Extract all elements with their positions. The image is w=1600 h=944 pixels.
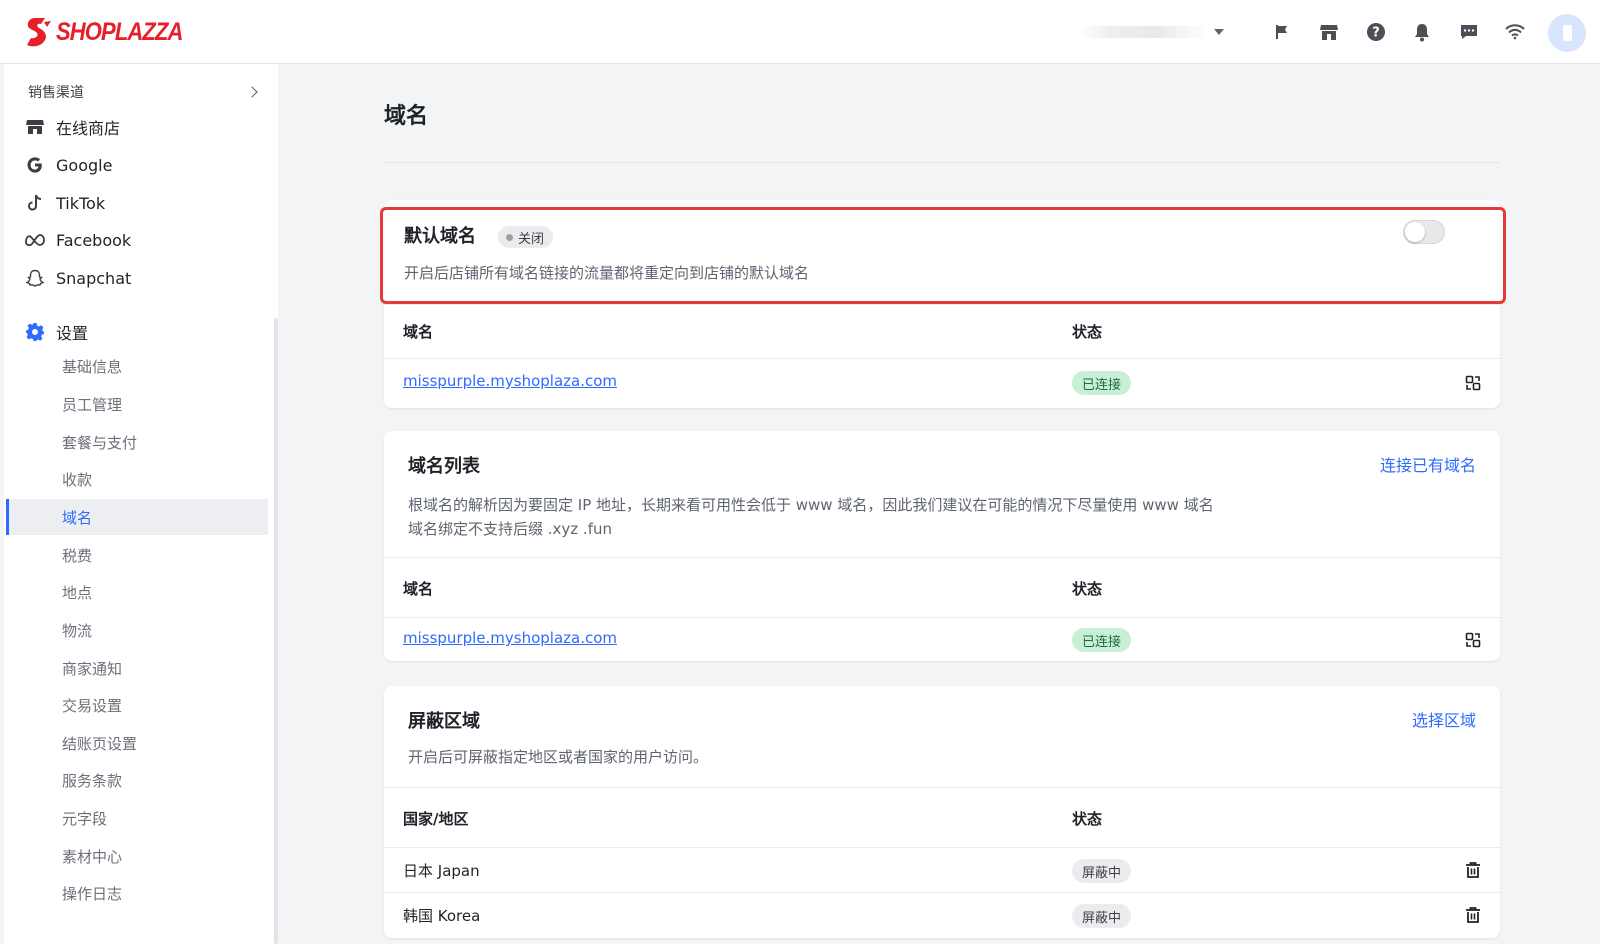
help-icon[interactable]: ? [1364,20,1388,44]
flag-icon[interactable] [1270,20,1294,44]
column-header-status: 状态 [1072,580,1103,598]
sidebar-item-metafields[interactable]: 元字段 [6,800,268,836]
sidebar-item-label: Facebook [56,230,132,250]
column-header-status: 状态 [1072,810,1103,828]
table-header-row: 域名 状态 [384,557,1500,617]
google-icon [24,154,46,176]
svg-text:?: ? [1372,26,1380,41]
table-row: 韩国 Korea 屏蔽中 [384,892,1500,937]
sidebar-item-label: 设置 [56,324,89,343]
table-header-row: 国家/地区 状态 [384,787,1500,847]
sidebar-item-facebook[interactable]: Facebook [24,225,131,255]
connect-domain-link[interactable]: 连接已有域名 [1380,452,1476,476]
sidebar-item-locations[interactable]: 地点 [6,574,268,610]
caret-down-icon [1214,29,1224,35]
column-header-domain: 域名 [403,323,434,341]
domain-link[interactable]: misspurple.myshoplaza.com [403,629,617,647]
sidebar-item-taxes[interactable]: 税费 [6,537,268,573]
tiktok-icon [24,192,46,214]
country-name: 日本 Japan [403,862,480,880]
table-row: misspurple.myshoplaza.com 已连接 [384,617,1500,661]
sidebar-item-payments[interactable]: 收款 [6,461,268,497]
sidebar-item-online-store[interactable]: 在线商店 [24,112,120,142]
domain-list-description-line1: 根域名的解析因为要固定 IP 地址，长期来看可用性会低于 www 域名，因此我们… [408,496,1214,514]
sidebar-item-settings[interactable]: 设置 [24,317,88,347]
message-icon[interactable] [1457,20,1481,44]
sidebar-item-basic-info[interactable]: 基础信息 [6,348,268,384]
chevron-right-icon [246,86,258,98]
status-badge: 关闭 [498,226,554,248]
shoplazza-logo-icon [27,18,51,47]
sidebar-item-plans-billing[interactable]: 套餐与支付 [6,424,268,460]
divider [384,162,1500,163]
sidebar-item-tiktok[interactable]: TikTok [24,188,105,218]
status-badge: 已连接 [1072,371,1132,395]
trash-icon[interactable] [1464,906,1482,924]
domain-list-description-line2: 域名绑定不支持后缀 .xyz .fun [408,520,612,538]
status-badge: 屏蔽中 [1072,859,1132,883]
sidebar-item-checkout-page[interactable]: 结账页设置 [6,725,268,761]
status-label: 关闭 [518,231,545,247]
domain-link[interactable]: misspurple.myshoplaza.com [403,372,617,390]
default-domain-highlight: 默认域名 关闭 开启后店铺所有域名链接的流量都将重定向到店铺的默认域名 [380,207,1506,304]
country-name: 韩国 Korea [403,907,481,925]
store-icon[interactable] [1317,20,1341,44]
snapchat-icon [24,267,46,289]
sidebar-item-label: Google [56,155,113,175]
sidebar-item-policies[interactable]: 服务条款 [6,762,268,798]
sidebar-item-checkout-settings[interactable]: 交易设置 [6,687,268,723]
top-bar: SHOPLAZZA ? [0,0,1600,64]
sidebar-item-label: Snapchat [56,268,132,288]
status-badge: 屏蔽中 [1072,904,1132,928]
column-header-country: 国家/地区 [403,810,469,828]
select-region-link[interactable]: 选择区域 [1412,707,1476,731]
block-region-card: 屏蔽区域 选择区域 开启后可屏蔽指定地区或者国家的用户访问。 国家/地区 状态 … [384,686,1500,938]
status-dot-icon [506,233,513,241]
copy-settings-icon[interactable] [1464,631,1482,649]
sidebar-item-domains[interactable]: 域名 [6,499,268,535]
domain-list-card: 域名列表 连接已有域名 根域名的解析因为要固定 IP 地址，长期来看可用性会低于… [384,431,1500,661]
wifi-icon[interactable] [1503,20,1527,44]
status-badge: 已连接 [1072,628,1132,652]
bell-icon[interactable] [1410,20,1434,44]
copy-settings-icon[interactable] [1464,374,1482,392]
meta-icon [24,229,46,251]
sidebar-item-label: TikTok [56,193,106,213]
shoplazza-logo[interactable]: SHOPLAZZA [26,16,200,48]
table-row: 日本 Japan 屏蔽中 [384,847,1500,892]
block-region-description: 开启后可屏蔽指定地区或者国家的用户访问。 [408,748,709,766]
block-region-title: 屏蔽区域 [408,711,480,732]
sales-channels-header[interactable]: 销售渠道 [28,80,266,104]
sidebar-item-shipping[interactable]: 物流 [6,612,268,648]
default-domain-toggle[interactable] [1403,220,1445,244]
domain-list-title: 域名列表 [408,456,480,477]
sidebar-item-files[interactable]: 素材中心 [6,838,268,874]
column-header-domain: 域名 [403,580,434,598]
sidebar-item-label: 在线商店 [56,119,121,138]
page-title: 域名 [384,104,429,129]
default-domain-description: 开启后店铺所有域名链接的流量都将重定向到店铺的默认域名 [404,264,810,282]
logo-text: SHOPLAZZA [56,17,183,46]
store-selector[interactable] [1078,20,1228,44]
sales-channels-label: 销售渠道 [28,85,84,101]
toggle-knob [1405,222,1425,242]
column-header-status: 状态 [1072,323,1103,341]
table-row: misspurple.myshoplaza.com 已连接 [384,358,1500,408]
avatar-placeholder [1562,25,1572,41]
sidebar-item-notifications[interactable]: 商家通知 [6,650,268,686]
sidebar-item-google[interactable]: Google [24,150,112,180]
user-avatar[interactable] [1548,14,1586,52]
sidebar-item-staff[interactable]: 员工管理 [6,386,268,422]
gear-icon [24,321,46,343]
table-header-row: 域名 状态 [384,304,1500,358]
store-name-redacted [1078,26,1208,38]
trash-icon[interactable] [1464,861,1482,879]
default-domain-title: 默认域名 [404,226,476,247]
store-icon [24,116,46,138]
sidebar-scrollbar[interactable] [274,318,278,944]
sidebar-item-snapchat[interactable]: Snapchat [24,263,131,293]
sidebar: 销售渠道 在线商店 Google TikTok Facebook Snapcha… [4,64,278,944]
sidebar-item-activity-log[interactable]: 操作日志 [6,875,268,911]
